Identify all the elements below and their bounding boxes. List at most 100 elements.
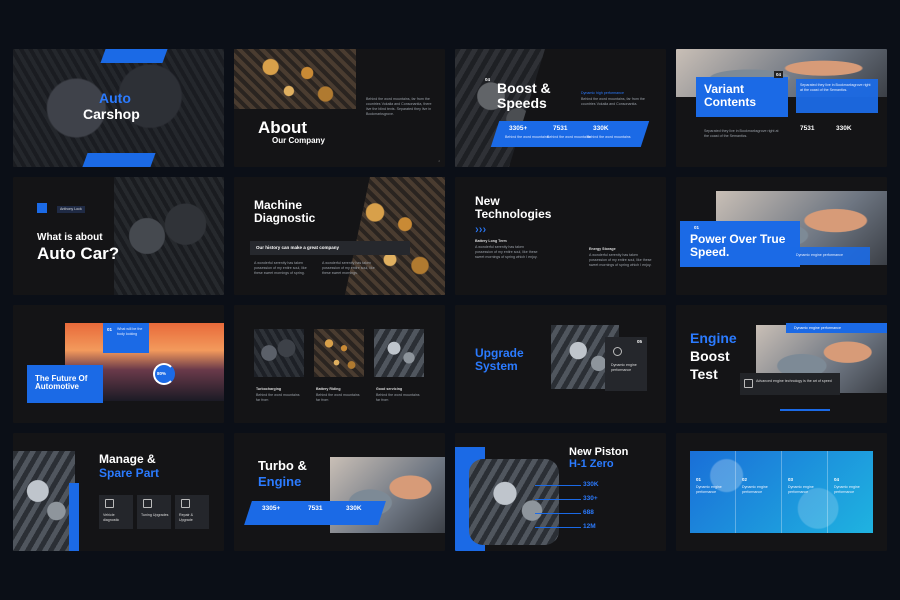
- slide-title-line2: Our Company: [272, 136, 325, 145]
- blue-stripe-bottom: [82, 153, 156, 167]
- slide-title-line1: Turbo &: [258, 458, 307, 473]
- stat-value: 330K: [593, 125, 609, 132]
- slide-title-line1: Engine: [690, 330, 737, 346]
- slide-future-automotive[interactable]: 01 What will be the body looking The Fut…: [13, 305, 224, 423]
- info-text: Advanced engine technology is the art of…: [756, 379, 832, 383]
- slide-title-line1: What is about: [37, 232, 103, 243]
- body-text-1: A wonderful serenity has taken possessio…: [475, 245, 538, 259]
- service-label: Good servicing: [376, 387, 403, 391]
- heading-2: Energy Storage: [589, 247, 616, 251]
- column-number: 04: [834, 477, 840, 482]
- stat-value: 7531: [308, 505, 323, 512]
- service-label: Repair & Upgrade: [179, 513, 193, 522]
- piston-photo: [469, 459, 559, 545]
- info-text: Separated they live in Bookmarksgrove ri…: [800, 83, 871, 92]
- stat-value: 330+: [583, 495, 598, 502]
- slide-engine-boost-test[interactable]: Dynamic engine performance Engine Boost …: [676, 305, 887, 423]
- stat-value: 330K: [836, 125, 852, 132]
- slide-machine-diagnostic[interactable]: Machine Diagnostic Our history can make …: [234, 177, 445, 295]
- slide-title: Upgrade System: [475, 346, 524, 373]
- slide-boost-speeds[interactable]: 04 Boost & Speeds Dynamic high performan…: [455, 49, 666, 167]
- column-divider: [781, 451, 782, 533]
- car-icon: [744, 379, 753, 388]
- column-number: 01: [696, 477, 702, 482]
- slide-title-line2: Carshop: [83, 106, 140, 122]
- stat-value: 330K: [346, 505, 362, 512]
- slide-number: 04: [774, 71, 784, 78]
- slide-four-columns[interactable]: 01 Dynamic engine performance 02 Dynamic…: [676, 433, 887, 551]
- slide-title: Variant Contents: [704, 82, 756, 109]
- service-label: Battery Riding: [316, 387, 341, 391]
- slide-title-line2: Engine: [258, 474, 302, 489]
- repair-icon: [181, 499, 190, 508]
- slide-subtitle: What will be the body looking: [117, 327, 143, 336]
- info-text: Dynamic engine performance: [611, 363, 637, 372]
- blue-stripe-top: [100, 49, 168, 63]
- service-photo-1: [254, 329, 304, 377]
- stat-value: 330K: [583, 481, 599, 488]
- slide-number: 04: [485, 77, 491, 82]
- body-text-2: A wonderful serenity has taken possessio…: [589, 253, 652, 267]
- slide-body-text: Behind the word mountains, far from the …: [581, 97, 645, 106]
- service-label: Turbocharging: [256, 387, 282, 391]
- banner-text: Our history can make a great company: [256, 245, 340, 250]
- slide-what-is-auto-car[interactable]: Anthony Lock What is about Auto Car?: [13, 177, 224, 295]
- slide-title-line2: H-1 Zero: [569, 458, 614, 470]
- accent-line: [780, 409, 830, 411]
- side-text: Dynamic engine performance: [796, 253, 843, 257]
- stat-desc: Behind the word mountains: [505, 135, 549, 139]
- slide-photo: [234, 49, 356, 109]
- slide-photo: [345, 177, 445, 295]
- column-number: 03: [788, 477, 794, 482]
- slide-new-technologies[interactable]: New Technologies ❯❯❯ Battery Long Term A…: [455, 177, 666, 295]
- slide-power-over-speed[interactable]: 01 Power Over True Speed. Dynamic engine…: [676, 177, 887, 295]
- slide-services[interactable]: Turbocharging Behind the word mountains …: [234, 305, 445, 423]
- stat-value: 688: [583, 509, 594, 516]
- slide-subtitle: Dynamic high performance: [581, 91, 624, 95]
- stat-value: 3305+: [262, 505, 281, 512]
- slide-title: Machine Diagnostic: [254, 198, 316, 225]
- slide-title-line2: Boost: [690, 348, 730, 364]
- slide-title: Boost & Speeds: [497, 80, 551, 111]
- slide-photo: [114, 177, 224, 295]
- info-box: [740, 373, 840, 395]
- service-photo-3: [374, 329, 424, 377]
- column-text: Dynamic engine performance: [834, 485, 860, 494]
- slide-number: 01: [107, 327, 113, 332]
- slide-title-line1: Manage &: [99, 452, 156, 466]
- slide-auto-carshop[interactable]: Auto Carshop: [13, 49, 224, 167]
- service-photo-2: [314, 329, 364, 377]
- slide-body-text: Separated they live in Bookmarksgrove ri…: [704, 129, 779, 138]
- column-divider: [735, 451, 736, 533]
- badge-box: [37, 203, 47, 213]
- slide-title-line2: Spare Part: [99, 466, 160, 480]
- stat-value: 12M: [583, 523, 596, 530]
- service-desc: Behind the word mountains far from: [376, 393, 420, 402]
- slide-title: The Future Of Automotive: [35, 374, 88, 392]
- slide-turbo-engine[interactable]: Turbo & Engine 3305+ 7531 330K: [234, 433, 445, 551]
- author-badge: Anthony Lock: [57, 206, 85, 213]
- slide-title-line1: Auto: [99, 90, 131, 106]
- service-desc: Behind the word mountains far from: [316, 393, 360, 402]
- slide-title: Power Over True Speed.: [690, 232, 786, 259]
- slide-upgrade-system[interactable]: Upgrade System 05 Dynamic engine perform…: [455, 305, 666, 423]
- slide-title-line3: Test: [690, 366, 718, 382]
- slide-about[interactable]: About Our Company Behind the word mounta…: [234, 49, 445, 167]
- slide-manage-spare-part[interactable]: Manage & Spare Part Vehicle diagnostic T…: [13, 433, 224, 551]
- service-label: Vehicle diagnostic: [103, 513, 120, 522]
- service-label: Tuning Upgrades: [141, 513, 169, 517]
- connector-line: [535, 527, 581, 528]
- slide-number: 05: [637, 339, 643, 344]
- chevron-arrows-icon: ❯❯❯: [475, 227, 487, 232]
- column-number: 02: [742, 477, 748, 482]
- slide-variant-contents[interactable]: 04 Variant Contents Separated they live …: [676, 49, 887, 167]
- stat-value: 7531: [800, 125, 815, 132]
- lightbulb-icon: [613, 347, 622, 356]
- connector-line: [535, 485, 581, 486]
- tagline: Dynamic engine performance: [794, 326, 841, 330]
- slide-title: New Technologies: [475, 194, 552, 221]
- column-text: Dynamic engine performance: [696, 485, 722, 494]
- slide-new-piston[interactable]: New Piston H-1 Zero 330K 330+ 688 12M: [455, 433, 666, 551]
- slide-title-line1: New Piston: [569, 446, 629, 458]
- stat-desc: Behind the word mountains: [547, 135, 591, 139]
